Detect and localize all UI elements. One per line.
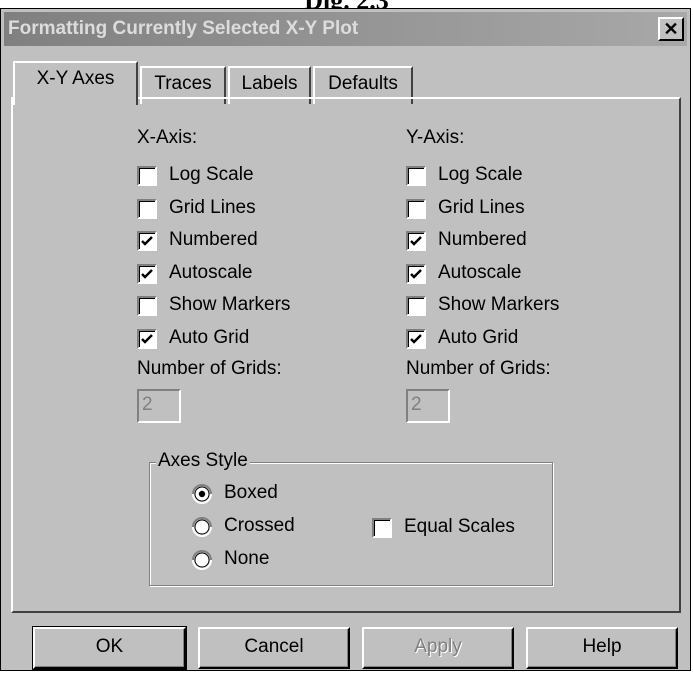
- checkbox-box: [137, 263, 157, 284]
- x-axis-heading: X-Axis:: [137, 127, 198, 148]
- checkbox-box: [406, 263, 426, 284]
- cancel-button[interactable]: Cancel: [198, 627, 350, 669]
- checkbox-box: [406, 296, 426, 316]
- radio-icon: [192, 517, 212, 538]
- x-grids-field[interactable]: 2: [137, 389, 181, 423]
- checkbox-box: [406, 198, 426, 219]
- checkmark-icon: [141, 236, 153, 246]
- tab-xy-axes[interactable]: X-Y Axes: [13, 61, 138, 105]
- checkbox-box: [406, 166, 426, 186]
- ok-button[interactable]: OK: [32, 626, 187, 670]
- checkmark-icon: [410, 236, 422, 246]
- y-grids-label: Number of Grids:: [406, 358, 551, 379]
- checkmark-icon: [410, 268, 422, 279]
- checkbox-box: [372, 518, 392, 538]
- close-icon: ✕: [663, 19, 679, 39]
- tab-label: X-Y Axes: [36, 68, 115, 89]
- checkbox-box: [137, 328, 157, 349]
- radio-icon: [192, 550, 212, 571]
- title-bar[interactable]: Formatting Currently Selected X-Y Plot ✕: [4, 12, 687, 46]
- apply-button[interactable]: Apply: [362, 627, 514, 669]
- checkmark-icon: [141, 268, 153, 279]
- checkbox-label: Numbered: [438, 229, 527, 250]
- checkmark-icon: [141, 333, 153, 344]
- radio-label: Crossed: [224, 515, 295, 536]
- checkbox-label: Auto Grid: [438, 326, 519, 348]
- x-grids-label: Number of Grids:: [137, 358, 282, 379]
- checkbox-box: [406, 231, 426, 251]
- y-grids-field[interactable]: 2: [406, 389, 450, 423]
- checkbox-box: [137, 166, 157, 186]
- checkmark-icon: [410, 333, 422, 344]
- checkbox-label: Auto Grid: [169, 326, 250, 348]
- checkbox-label: Show Markers: [169, 294, 291, 315]
- window-title: Formatting Currently Selected X-Y Plot: [8, 18, 359, 39]
- checkbox-box: [137, 198, 157, 219]
- checkbox-label: Show Markers: [438, 294, 560, 315]
- tab-label: Traces: [154, 73, 212, 94]
- checkbox-box: [406, 328, 426, 349]
- y-axis-heading: Y-Axis:: [406, 127, 465, 148]
- checkbox-label: Log Scale: [438, 164, 523, 185]
- close-button[interactable]: ✕: [658, 17, 684, 41]
- checkbox-label: Grid Lines: [438, 196, 525, 218]
- help-button[interactable]: Help: [526, 627, 678, 669]
- radio-label: Boxed: [224, 482, 278, 503]
- checkbox-label: Numbered: [169, 229, 258, 250]
- tab-label: Labels: [241, 73, 298, 94]
- checkbox-box: [137, 231, 157, 251]
- format-dialog: Formatting Currently Selected X-Y Plot ✕…: [0, 8, 691, 671]
- axes-style-legend: Axes Style: [156, 450, 250, 472]
- checkbox-label: Grid Lines: [169, 196, 256, 218]
- checkbox-label: Log Scale: [169, 164, 254, 185]
- checkbox-label: Autoscale: [438, 261, 522, 283]
- tab-label: Defaults: [328, 73, 398, 94]
- checkbox-label: Autoscale: [169, 261, 253, 283]
- radio-label: None: [224, 548, 270, 569]
- radio-selected-icon: [192, 484, 212, 505]
- checkbox-label: Equal Scales: [404, 516, 515, 537]
- checkbox-box: [137, 296, 157, 316]
